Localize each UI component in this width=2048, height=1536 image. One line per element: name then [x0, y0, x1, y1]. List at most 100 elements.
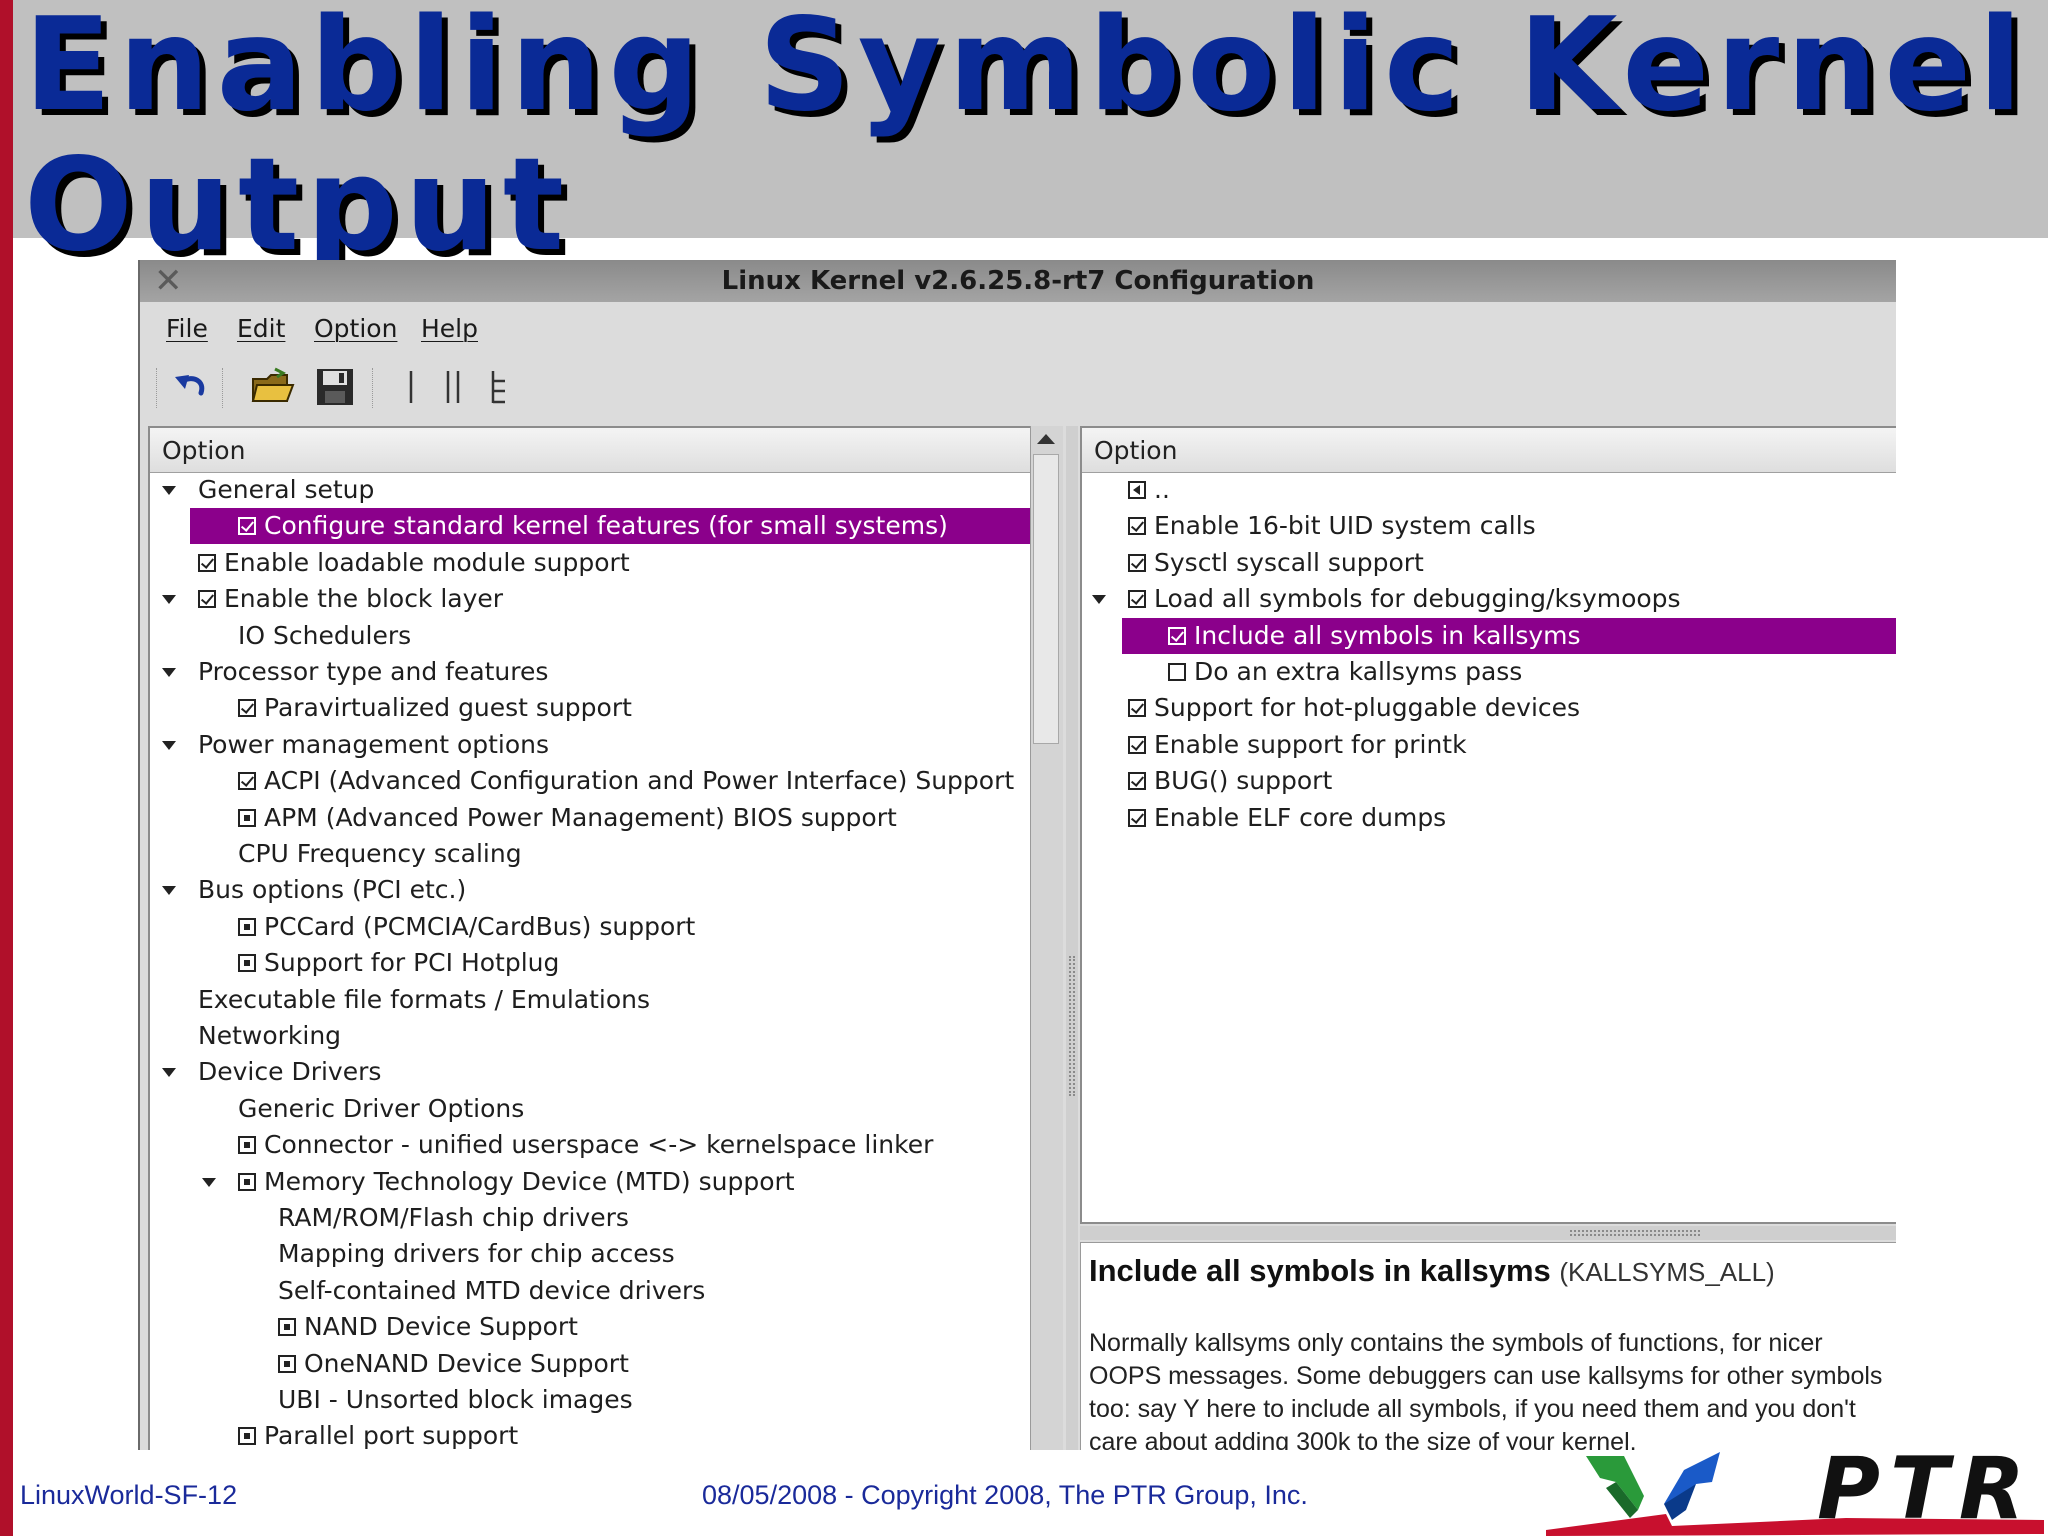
expand-arrow-icon[interactable] [1092, 595, 1106, 605]
tree-row[interactable]: Load all symbols for debugging/ksymoops [1082, 581, 1896, 617]
help-body: Normally kallsyms only contains the symb… [1089, 1329, 1883, 1450]
tree-row[interactable]: Mapping drivers for chip access [150, 1236, 1030, 1272]
checkbox-checked-icon[interactable] [1128, 735, 1146, 754]
single-view-icon[interactable] [388, 364, 434, 410]
tree-row[interactable]: IO Schedulers [150, 618, 1030, 654]
menu-file[interactable]: File [166, 314, 208, 343]
tree-row[interactable]: UBI - Unsorted block images [150, 1382, 1030, 1418]
option-column-header[interactable]: Option [150, 428, 1030, 473]
tree-row[interactable]: Include all symbols in kallsyms [1122, 617, 1896, 654]
checkbox-checked-icon[interactable] [238, 699, 256, 718]
pane-splitter[interactable] [1066, 426, 1078, 1450]
expand-arrow-icon[interactable] [162, 486, 176, 495]
expand-arrow-icon[interactable] [162, 740, 176, 750]
tree-row[interactable]: Paravirtualized guest support [150, 690, 1030, 726]
window-titlebar[interactable]: ✕ Linux Kernel v2.6.25.8-rt7 Configurati… [140, 260, 1896, 302]
module-option-icon[interactable] [238, 1136, 256, 1155]
option-list-pane[interactable]: Option .. Enable 16-bit UID system calls S… [1080, 426, 1896, 1224]
checkbox-checked-icon[interactable] [1128, 808, 1146, 827]
help-splitter-grip[interactable] [1570, 1230, 1700, 1236]
module-option-icon[interactable] [238, 954, 256, 973]
tree-row[interactable]: Enable the block layer [150, 581, 1030, 617]
tree-scrollbar[interactable] [1030, 426, 1063, 1450]
menu-bar: File Edit Option Help [140, 304, 1896, 354]
checkbox-checked-icon[interactable] [238, 772, 256, 791]
checkbox-empty-icon[interactable] [1168, 663, 1186, 681]
undo-icon[interactable] [168, 364, 214, 410]
menu-edit[interactable]: Edit [237, 314, 285, 343]
parent-menu-icon[interactable] [1128, 481, 1146, 499]
tree-row[interactable]: Enable 16-bit UID system calls [1082, 508, 1896, 544]
checkbox-checked-icon[interactable] [1128, 772, 1146, 791]
tree-row[interactable]: Do an extra kallsyms pass [1082, 654, 1896, 690]
tree-row[interactable]: OneNAND Device Support [150, 1346, 1030, 1382]
tree-row-label: Mapping drivers for chip access [278, 1239, 675, 1269]
scrollbar-thumb[interactable] [1033, 454, 1059, 744]
tree-row[interactable]: Parallel port support [150, 1418, 1030, 1450]
tree-row[interactable]: Support for hot-pluggable devices [1082, 690, 1896, 726]
tree-row-label: Do an extra kallsyms pass [1194, 657, 1523, 686]
checkbox-checked-icon[interactable] [198, 590, 216, 609]
checkbox-checked-icon[interactable] [198, 553, 216, 572]
tree-row[interactable]: Bus options (PCI etc.) [150, 872, 1030, 908]
tree-row[interactable]: .. [1082, 472, 1896, 508]
tree-row[interactable]: Memory Technology Device (MTD) support [150, 1164, 1030, 1200]
tree-row[interactable]: Power management options [150, 727, 1030, 763]
expand-arrow-icon[interactable] [162, 1068, 176, 1078]
module-option-icon[interactable] [278, 1318, 296, 1337]
tree-row-label: Connector - unified userspace <-> kernel… [264, 1130, 934, 1160]
tree-row-label: BUG() support [1154, 766, 1333, 796]
tree-row[interactable]: Processor type and features [150, 654, 1030, 690]
checkbox-checked-icon[interactable] [1128, 517, 1146, 536]
module-option-icon[interactable] [238, 1172, 256, 1191]
expand-arrow-icon[interactable] [202, 1177, 216, 1187]
tree-row[interactable]: Generic Driver Options [150, 1091, 1030, 1127]
tree-row[interactable]: APM (Advanced Power Management) BIOS sup… [150, 800, 1030, 836]
help-splitter[interactable] [1080, 1226, 1896, 1240]
expand-arrow-icon[interactable] [162, 668, 176, 677]
full-tree-view-icon[interactable] [476, 364, 522, 410]
tree-row-label: Executable file formats / Emulations [198, 984, 651, 1014]
module-option-icon[interactable] [278, 1354, 296, 1373]
tree-row[interactable]: CPU Frequency scaling [150, 836, 1030, 872]
ptr-logo: PTR [1546, 1448, 2044, 1536]
tree-row[interactable]: Connector - unified userspace <-> kernel… [150, 1127, 1030, 1163]
save-icon[interactable] [312, 364, 358, 410]
module-option-icon[interactable] [238, 917, 256, 936]
tree-row[interactable]: Enable ELF core dumps [1082, 800, 1896, 836]
splitter-grip[interactable] [1069, 956, 1075, 1096]
option-tree-pane[interactable]: Option General setup Configure standard k… [148, 426, 1032, 1450]
module-option-icon[interactable] [238, 808, 256, 827]
tree-row[interactable]: NAND Device Support [150, 1309, 1030, 1345]
tree-row[interactable]: Networking [150, 1018, 1030, 1054]
tree-row-label: OneNAND Device Support [304, 1348, 629, 1378]
expand-arrow-icon[interactable] [162, 886, 176, 896]
tree-row[interactable]: Device Drivers [150, 1054, 1030, 1090]
scroll-up-icon[interactable] [1037, 434, 1055, 444]
tree-row[interactable]: Configure standard kernel features (for … [190, 508, 1030, 545]
checkbox-checked-icon[interactable] [1128, 553, 1146, 572]
expand-arrow-icon[interactable] [162, 595, 176, 605]
tree-row[interactable]: RAM/ROM/Flash chip drivers [150, 1200, 1030, 1236]
checkbox-checked-icon[interactable] [1128, 699, 1146, 718]
checkbox-checked-icon[interactable] [1128, 590, 1146, 609]
module-option-icon[interactable] [238, 1427, 256, 1446]
tree-row[interactable]: Executable file formats / Emulations [150, 982, 1030, 1018]
open-folder-icon[interactable] [250, 364, 296, 410]
tree-row[interactable]: Enable support for printk [1082, 727, 1896, 763]
help-symbol: (KALLSYMS_ALL) [1559, 1257, 1775, 1287]
tree-row[interactable]: BUG() support [1082, 763, 1896, 799]
tree-row[interactable]: ACPI (Advanced Configuration and Power I… [150, 763, 1030, 799]
tree-row[interactable]: PCCard (PCMCIA/CardBus) support [150, 909, 1030, 945]
tree-row[interactable]: Self-contained MTD device drivers [150, 1273, 1030, 1309]
menu-help[interactable]: Help [421, 314, 478, 343]
menu-option[interactable]: Option [314, 314, 397, 343]
tree-row[interactable]: Enable loadable module support [150, 545, 1030, 581]
tree-row[interactable]: Support for PCI Hotplug [150, 945, 1030, 981]
checkbox-checked-icon[interactable] [238, 517, 256, 536]
tree-row[interactable]: General setup [150, 472, 1030, 508]
split-view-icon[interactable] [430, 364, 476, 410]
option-list-column-header[interactable]: Option [1082, 428, 1896, 473]
tree-row[interactable]: Sysctl syscall support [1082, 545, 1896, 581]
checkbox-checked-icon[interactable] [1168, 626, 1186, 645]
